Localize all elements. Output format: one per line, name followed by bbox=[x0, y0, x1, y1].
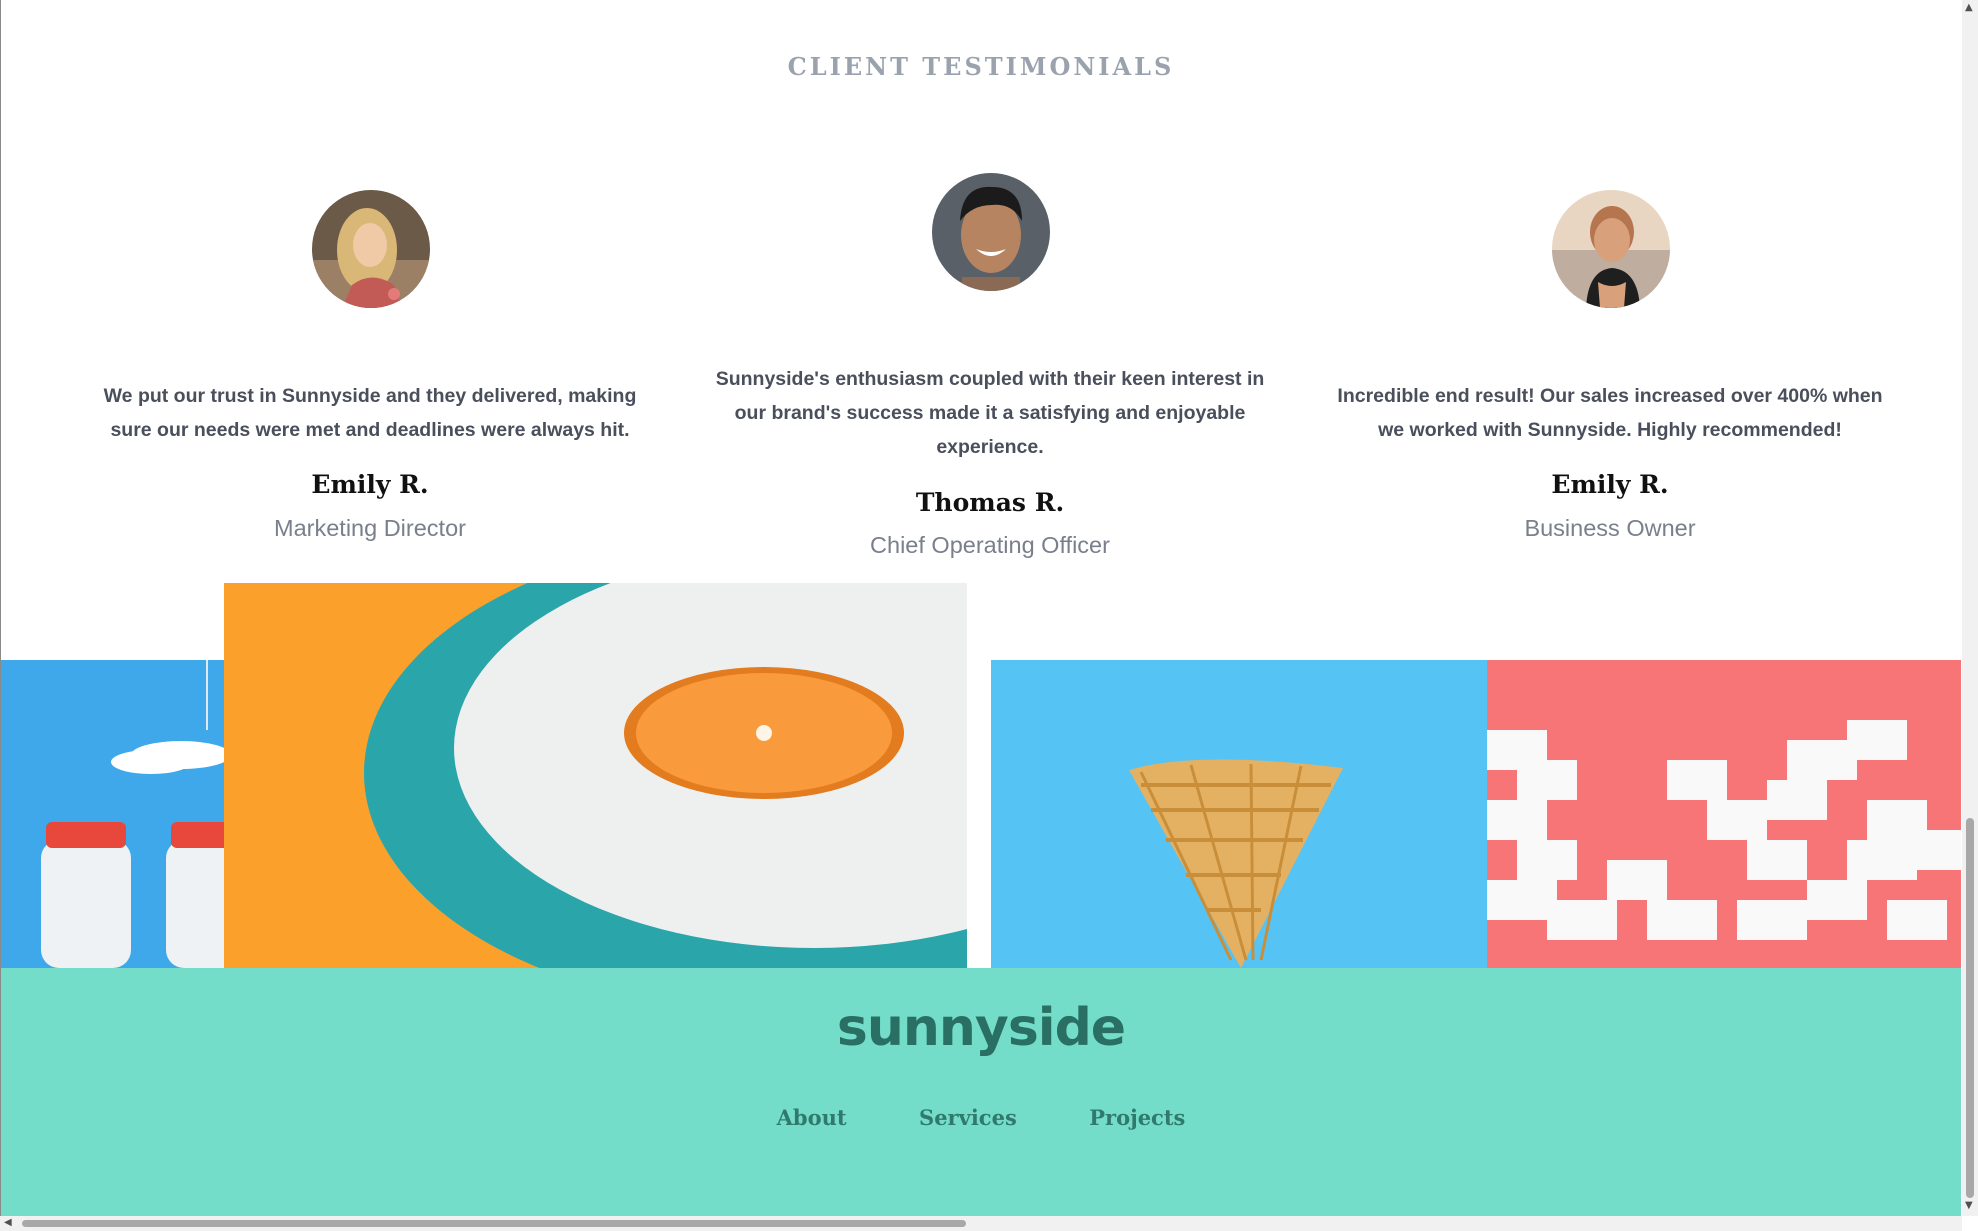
testimonial-name: Emily R. bbox=[1551, 470, 1669, 499]
vertical-scrollbar[interactable]: ▲ ▼ bbox=[1962, 0, 1978, 1216]
testimonial-name: Thomas R. bbox=[915, 488, 1065, 517]
scroll-left-arrow-icon[interactable]: ◀ bbox=[4, 1217, 12, 1228]
footer-link-about[interactable]: About bbox=[777, 1105, 847, 1130]
testimonial-role: Chief Operating Officer bbox=[870, 532, 1110, 558]
smiling-man-avatar bbox=[932, 173, 1050, 291]
footer-logo[interactable]: sunnyside bbox=[1, 998, 1961, 1058]
testimonial-card: Incredible end result! Our sales increas… bbox=[1330, 0, 1890, 560]
ice-cream-cone-image bbox=[991, 660, 1487, 968]
woman-long-hair-avatar bbox=[312, 190, 430, 308]
horizontal-scroll-thumb[interactable] bbox=[22, 1220, 966, 1227]
page: CLIENT TESTIMONIALS We put our trust in … bbox=[1, 0, 1961, 1216]
testimonial-quote: Incredible end result! Our sales increas… bbox=[1337, 385, 1883, 441]
testimonial-name: Emily R. bbox=[311, 470, 429, 499]
testimonial-role: Marketing Director bbox=[274, 515, 466, 541]
woman-short-hair-avatar bbox=[1552, 190, 1670, 308]
footer-link-projects[interactable]: Projects bbox=[1089, 1105, 1185, 1130]
testimonial-quote: Sunnyside's enthusiasm coupled with thei… bbox=[715, 368, 1265, 458]
testimonial-role: Business Owner bbox=[1524, 515, 1696, 541]
scroll-up-arrow-icon[interactable]: ▲ bbox=[1965, 2, 1973, 13]
sugar-cubes-image bbox=[1487, 660, 1961, 968]
horizontal-scrollbar[interactable]: ◀ bbox=[0, 1216, 1962, 1231]
scroll-down-arrow-icon[interactable]: ▼ bbox=[1965, 1200, 1973, 1211]
testimonial-card: We put our trust in Sunnyside and they d… bbox=[90, 0, 650, 560]
footer-link-services[interactable]: Services bbox=[919, 1105, 1017, 1130]
testimonial-quote: We put our trust in Sunnyside and they d… bbox=[103, 385, 637, 441]
vertical-scroll-thumb[interactable] bbox=[1966, 818, 1974, 1198]
testimonial-card: Sunnyside's enthusiasm coupled with thei… bbox=[710, 0, 1270, 560]
footer-nav: About Services Projects bbox=[1, 1105, 1961, 1130]
